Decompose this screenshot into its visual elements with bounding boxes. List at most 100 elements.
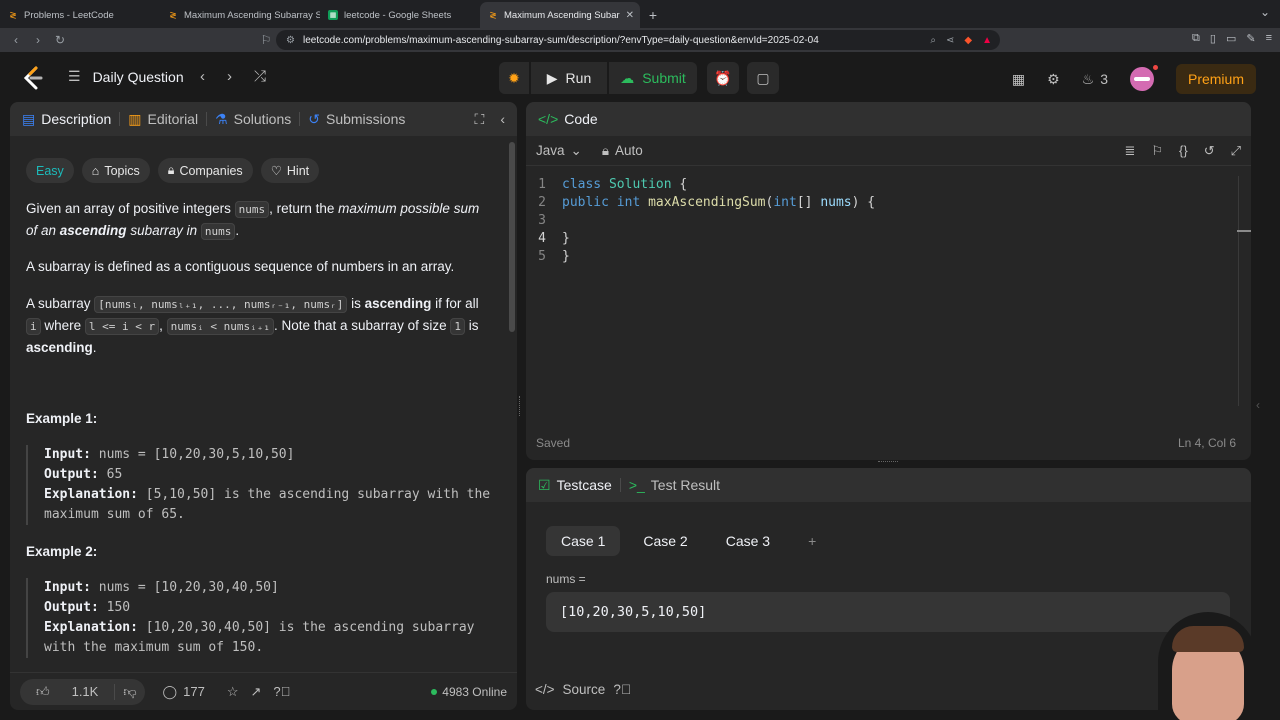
comments-button[interactable]: ◯ 177 — [163, 684, 205, 700]
extension-icon[interactable]: ⧉ — [1192, 32, 1200, 45]
language-select[interactable]: Java ⌄ — [536, 143, 582, 159]
browser-tab-2[interactable]: ≷ Maximum Ascending Subarray S — [160, 2, 320, 28]
wallet-icon[interactable]: ▭ — [1226, 32, 1236, 45]
code-text: class Solution { — [562, 177, 688, 192]
tab-label: Submissions — [325, 111, 406, 127]
horizontal-resize-handle[interactable] — [878, 461, 898, 464]
format-icon[interactable]: ≣ — [1124, 143, 1135, 159]
nums-input[interactable]: [10,20,30,5,10,50] — [546, 592, 1230, 632]
brave-shield-icon[interactable]: ◆ — [964, 35, 972, 46]
star-icon[interactable]: ☆ — [227, 684, 239, 700]
hint-button[interactable]: ♡ Hint — [260, 158, 320, 183]
leetcode-logo-icon[interactable] — [22, 66, 44, 90]
shuffle-icon[interactable]: ⤮ — [254, 68, 266, 85]
auto-mode[interactable]: 🔒︎ Auto — [602, 143, 643, 159]
topics-button[interactable]: ⌂ Topics — [81, 158, 150, 183]
fullscreen-icon[interactable]: ⛶ — [475, 111, 485, 128]
avatar[interactable] — [1129, 65, 1158, 91]
problem-list-button[interactable]: ☰ Daily Question — [68, 68, 184, 85]
back-icon[interactable]: ‹ — [6, 30, 26, 50]
share-icon[interactable]: ⋖ — [946, 35, 954, 46]
tab-label: Test Result — [650, 477, 721, 493]
text: . Note that a subarray of size — [274, 318, 451, 333]
daily-question-label: Daily Question — [92, 68, 184, 85]
tab-editorial[interactable]: ▥ Editorial — [128, 111, 198, 128]
close-tab-icon[interactable]: ✕ — [626, 10, 634, 21]
timer-icon[interactable]: ⏰ — [707, 62, 739, 94]
tab-test-result[interactable]: >_ Test Result — [629, 477, 720, 493]
sidebar-icon[interactable]: ▯ — [1210, 32, 1216, 45]
braces-icon[interactable]: {} — [1179, 143, 1188, 159]
source-label: Source — [562, 682, 606, 697]
inline-code: nums — [200, 223, 236, 240]
run-submit-bar: ✹ ▶ Run ☁ Submit ⏰ ▢ — [499, 62, 779, 94]
url-bar[interactable]: ⚙ leetcode.com/problems/maximum-ascendin… — [276, 30, 1000, 50]
streak-counter[interactable]: ♨ 3 — [1082, 71, 1108, 88]
menu-icon[interactable]: ≡ — [1266, 32, 1272, 45]
panel-resize-handle[interactable] — [519, 396, 522, 416]
dislike-icon[interactable]: 👎︎ — [114, 683, 144, 700]
layout-icon[interactable]: ▦ — [1012, 71, 1025, 88]
notes-icon[interactable]: ▢ — [747, 62, 779, 94]
submit-button[interactable]: ☁ Submit — [609, 62, 697, 94]
book-icon: ▥ — [128, 110, 142, 127]
right-panel-collapse-icon[interactable]: ‹ — [1256, 398, 1260, 412]
site-info-icon[interactable]: ⚙ — [286, 35, 295, 46]
help-icon[interactable]: ?⃝ — [613, 682, 631, 697]
debug-icon[interactable]: ✹ — [499, 62, 529, 94]
share-icon[interactable]: ↗ — [250, 684, 261, 700]
expand-icon[interactable]: ⤢ — [1231, 143, 1241, 159]
case-2-tab[interactable]: Case 2 — [628, 526, 702, 556]
tab-submissions[interactable]: ↺ Submissions — [308, 111, 405, 128]
browser-tab-1[interactable]: ≷ Problems - LeetCode — [0, 2, 160, 28]
new-tab-icon[interactable]: + — [640, 2, 666, 28]
case-3-tab[interactable]: Case 3 — [711, 526, 785, 556]
sheets-favicon-icon: ▦ — [328, 10, 338, 20]
tab-testcase[interactable]: ☑ Testcase — [538, 477, 612, 494]
saved-status: Saved — [536, 436, 571, 450]
difficulty-badge: Easy — [26, 158, 74, 183]
collapse-icon[interactable]: ‹ — [500, 111, 505, 127]
inline-code: nums — [234, 201, 270, 218]
code-line: 5} — [526, 248, 1246, 266]
reload-icon[interactable]: ↻ — [50, 30, 70, 50]
companies-button[interactable]: 🔒︎ Companies — [157, 158, 253, 183]
text: . — [92, 340, 97, 355]
output-label: Output: — [44, 600, 99, 615]
edit-icon[interactable]: ✎ — [1246, 32, 1255, 45]
bookmark-icon[interactable]: ⚐ — [256, 30, 276, 50]
tab-description[interactable]: ▤ Description — [22, 111, 111, 128]
case-1-tab[interactable]: Case 1 — [546, 526, 621, 556]
browser-tab-3[interactable]: ▦ leetcode - Google Sheets — [320, 2, 480, 28]
bookmark-icon[interactable]: ⚐ — [1151, 143, 1163, 159]
prev-problem-icon[interactable]: ‹ — [200, 68, 205, 85]
description-scrollbar[interactable] — [509, 142, 515, 677]
tab-code[interactable]: </> Code — [538, 111, 598, 127]
text-bold: ascending — [364, 296, 432, 311]
code-text: } — [562, 249, 570, 264]
text: , return the — [269, 201, 339, 216]
zoom-icon[interactable]: ⌕ — [930, 35, 936, 46]
run-button[interactable]: ▶ Run — [531, 62, 607, 94]
like-button[interactable]: 👍︎ 1.1K — [20, 684, 114, 700]
code-editor[interactable]: 1 class Solution { 2 public int maxAscend… — [526, 176, 1246, 266]
premium-button[interactable]: Premium — [1175, 64, 1256, 94]
window-menu-icon[interactable]: ⌄ — [1260, 5, 1270, 19]
example-2-box: Input: nums = [10,20,30,40,50] Output: 1… — [26, 578, 496, 658]
text: Given an array of positive integers — [26, 201, 235, 216]
source-button[interactable]: </> Source ?⃝ — [535, 682, 631, 697]
help-icon[interactable]: ?⃝ — [273, 684, 290, 699]
scrollbar-thumb[interactable] — [509, 142, 515, 332]
comment-count: 177 — [183, 683, 205, 699]
tab-label: Testcase — [556, 477, 612, 493]
brave-rewards-icon[interactable]: ▲ — [982, 35, 992, 46]
settings-icon[interactable]: ⚙ — [1047, 71, 1060, 88]
thumbs-up-icon: 👍︎ — [36, 683, 50, 699]
webcam-hair — [1172, 626, 1244, 652]
reset-icon[interactable]: ↺ — [1204, 143, 1215, 159]
tab-solutions[interactable]: ⚗ Solutions — [215, 111, 291, 128]
add-case-icon[interactable]: + — [793, 526, 831, 556]
forward-icon[interactable]: › — [28, 30, 48, 50]
next-problem-icon[interactable]: › — [227, 68, 232, 85]
browser-tab-4[interactable]: ≷ Maximum Ascending Subar ✕ — [480, 2, 640, 28]
